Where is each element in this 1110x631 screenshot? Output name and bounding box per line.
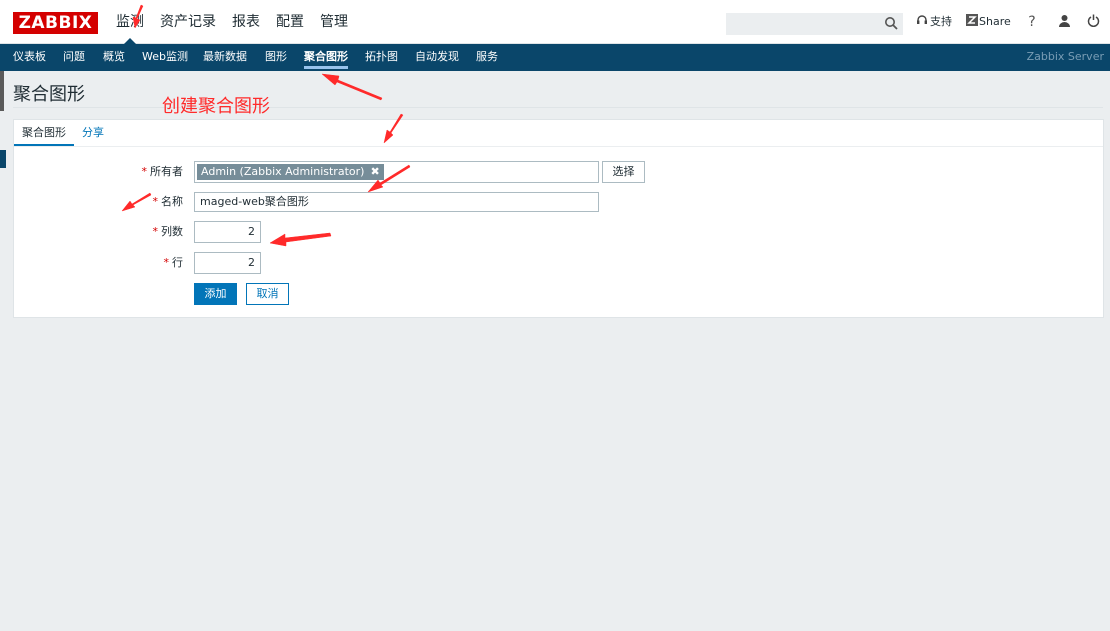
name-label-text: 名称 bbox=[161, 195, 183, 208]
subnav-problems[interactable]: 问题 bbox=[63, 44, 85, 70]
menu-administration[interactable]: 管理 bbox=[320, 0, 348, 44]
add-button[interactable]: 添加 bbox=[194, 283, 237, 305]
support-link[interactable]: 支持 bbox=[930, 14, 952, 30]
name-label: * 名称 bbox=[153, 191, 184, 213]
subnav-screens[interactable]: 聚合图形 bbox=[304, 44, 348, 70]
name-field[interactable]: maged-web聚合图形 bbox=[194, 192, 599, 212]
menu-configuration[interactable]: 配置 bbox=[276, 0, 304, 44]
columns-label: * 列数 bbox=[153, 221, 184, 243]
sub-navigation: 仪表板 问题 概览 Web监测 最新数据 图形 聚合图形 拓扑图 自动发现 服务… bbox=[0, 44, 1110, 71]
subnav-maps[interactable]: 拓扑图 bbox=[365, 44, 398, 70]
tab-screen[interactable]: 聚合图形 bbox=[14, 120, 74, 146]
columns-label-text: 列数 bbox=[161, 225, 183, 238]
search-input[interactable] bbox=[726, 13, 903, 35]
headset-icon[interactable] bbox=[914, 14, 930, 30]
share-link[interactable]: Share bbox=[979, 14, 1011, 30]
page-title: 聚合图形 bbox=[13, 84, 85, 105]
subnav-discovery[interactable]: 自动发现 bbox=[415, 44, 459, 70]
server-name: Zabbix Server bbox=[1026, 50, 1104, 63]
left-edge-artifact-2 bbox=[0, 150, 6, 168]
required-mark: * bbox=[141, 165, 148, 178]
required-mark: * bbox=[152, 195, 159, 208]
remove-owner-icon[interactable]: ✖ bbox=[370, 164, 379, 180]
owner-label: * 所有者 bbox=[142, 161, 184, 183]
screen-form-panel: 聚合图形 分享 * 所有者 Admin (Zabbix Administrator… bbox=[13, 119, 1104, 318]
select-owner-button[interactable]: 选择 bbox=[602, 161, 645, 183]
rows-label: * 行 bbox=[164, 252, 184, 274]
subnav-services[interactable]: 服务 bbox=[476, 44, 498, 70]
user-profile-icon[interactable] bbox=[1056, 14, 1072, 30]
menu-monitoring[interactable]: 监测 bbox=[116, 0, 144, 44]
zabbix-logo[interactable]: ZABBIX bbox=[13, 12, 98, 34]
columns-row: * 列数 bbox=[14, 221, 1103, 243]
owner-tag-text: Admin (Zabbix Administrator) bbox=[201, 165, 365, 178]
owner-label-text: 所有者 bbox=[150, 165, 183, 178]
rows-label-text: 行 bbox=[172, 256, 183, 269]
required-mark: * bbox=[152, 225, 159, 238]
subnav-dashboard[interactable]: 仪表板 bbox=[13, 44, 46, 70]
cancel-button[interactable]: 取消 bbox=[246, 283, 289, 305]
owner-multiselect[interactable]: Admin (Zabbix Administrator) ✖ bbox=[194, 161, 599, 183]
subnav-latest-data[interactable]: 最新数据 bbox=[203, 44, 247, 70]
share-z-icon[interactable] bbox=[964, 14, 980, 30]
menu-inventory[interactable]: 资产记录 bbox=[160, 0, 216, 44]
subnav-overview[interactable]: 概览 bbox=[103, 44, 125, 70]
required-mark: * bbox=[163, 256, 170, 269]
tab-sharing[interactable]: 分享 bbox=[74, 120, 112, 146]
search-icon[interactable] bbox=[884, 16, 898, 30]
annotation-label: 创建聚合图形 bbox=[162, 96, 270, 117]
subnav-graphs[interactable]: 图形 bbox=[265, 44, 287, 70]
owner-tag: Admin (Zabbix Administrator) ✖ bbox=[197, 164, 384, 180]
sign-out-icon[interactable] bbox=[1085, 14, 1101, 30]
arrow-to-screens-tab bbox=[321, 73, 383, 101]
rows-row: * 行 bbox=[14, 252, 1103, 274]
left-edge-artifact bbox=[0, 71, 4, 111]
subnav-web[interactable]: Web监测 bbox=[142, 44, 188, 70]
form-tabs: 聚合图形 分享 bbox=[14, 120, 1103, 147]
main-menu: 监测 资产记录 报表 配置 管理 bbox=[116, 0, 364, 44]
rows-field[interactable]: 2 bbox=[194, 252, 261, 274]
top-header: ZABBIX 监测 资产记录 报表 配置 管理 支持 Share ? bbox=[0, 0, 1110, 44]
menu-reports[interactable]: 报表 bbox=[232, 0, 260, 44]
help-icon[interactable]: ? bbox=[1024, 14, 1040, 30]
columns-field[interactable]: 2 bbox=[194, 221, 261, 243]
